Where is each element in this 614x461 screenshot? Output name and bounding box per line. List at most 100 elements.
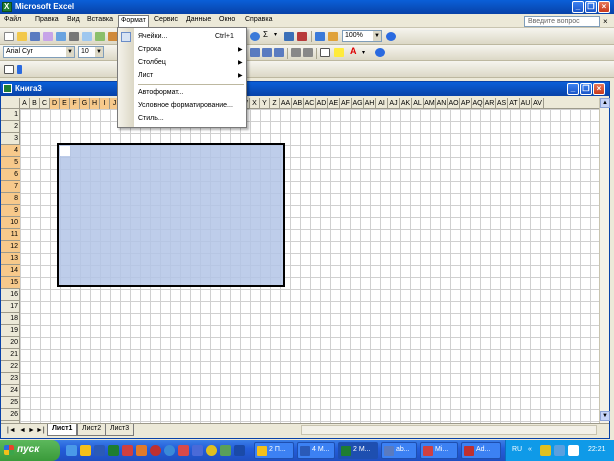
- vertical-scrollbar[interactable]: ▲ ▼: [599, 98, 610, 423]
- column-header[interactable]: AB: [292, 98, 304, 109]
- task-word[interactable]: 4 М...: [297, 442, 335, 459]
- spelling-icon[interactable]: [95, 32, 105, 41]
- column-header[interactable]: AC: [304, 98, 316, 109]
- row-header[interactable]: 13: [1, 253, 20, 265]
- column-header[interactable]: AT: [508, 98, 520, 109]
- row-header[interactable]: 3: [1, 133, 20, 145]
- column-header[interactable]: AI: [376, 98, 388, 109]
- borders-icon[interactable]: [320, 48, 330, 57]
- tray-volume-icon[interactable]: [568, 445, 579, 456]
- menu-edit[interactable]: Правка: [35, 16, 59, 23]
- quicklaunch-app-icon[interactable]: [234, 445, 245, 456]
- excel-app-icon[interactable]: [2, 2, 12, 12]
- select-all-corner[interactable]: [1, 98, 20, 109]
- new-icon[interactable]: [4, 32, 14, 41]
- row-header[interactable]: 4: [1, 145, 20, 157]
- autosum-icon[interactable]: Σ: [263, 30, 273, 39]
- toolbar-options-icon[interactable]: [375, 48, 385, 57]
- chevron-down-icon[interactable]: ▼: [373, 31, 381, 41]
- row-header[interactable]: 8: [1, 193, 20, 205]
- row-header[interactable]: 5: [1, 157, 20, 169]
- row-header[interactable]: 24: [1, 385, 20, 397]
- column-header[interactable]: AQ: [472, 98, 484, 109]
- scroll-up-icon[interactable]: ▲: [600, 98, 610, 108]
- quicklaunch-app-icon[interactable]: [136, 445, 147, 456]
- autosum-dropdown-icon[interactable]: ▾: [274, 31, 284, 40]
- quicklaunch-word-icon[interactable]: [94, 445, 105, 456]
- row-header[interactable]: 26: [1, 409, 20, 421]
- workbook-close-icon[interactable]: ×: [603, 17, 608, 26]
- row-header[interactable]: 18: [1, 313, 20, 325]
- drawing-icon[interactable]: [328, 32, 338, 41]
- row-header[interactable]: 14: [1, 265, 20, 277]
- fill-color-icon[interactable]: [334, 48, 344, 57]
- menu-item-row[interactable]: Строка ▶: [118, 44, 246, 56]
- cells[interactable]: [20, 109, 599, 423]
- quicklaunch-app-icon[interactable]: [122, 445, 133, 456]
- print-preview-icon[interactable]: [82, 32, 92, 41]
- minimize-button[interactable]: _: [572, 1, 584, 13]
- align-center-icon[interactable]: [262, 48, 272, 57]
- workbook-icon[interactable]: [3, 84, 12, 93]
- sheet-tab-1[interactable]: Лист1: [47, 424, 78, 436]
- row-header[interactable]: 20: [1, 337, 20, 349]
- column-header[interactable]: AM: [424, 98, 436, 109]
- sheet-tab-3[interactable]: Лист3: [105, 424, 135, 436]
- row-header[interactable]: 7: [1, 181, 20, 193]
- chevron-down-icon[interactable]: ▾: [362, 49, 372, 58]
- scroll-down-icon[interactable]: ▼: [600, 411, 610, 421]
- language-indicator[interactable]: RU: [512, 446, 522, 453]
- first-sheet-icon[interactable]: |◄: [7, 427, 16, 434]
- column-header[interactable]: AP: [460, 98, 472, 109]
- font-select[interactable]: Arial Cyr ▼: [3, 46, 75, 58]
- permission-icon[interactable]: [43, 32, 53, 41]
- row-header[interactable]: 19: [1, 325, 20, 337]
- menu-item-conditional-format[interactable]: Условное форматирование...: [118, 100, 246, 112]
- quicklaunch-app-icon[interactable]: [164, 445, 175, 456]
- row-header[interactable]: 23: [1, 373, 20, 385]
- sort-asc-icon[interactable]: [284, 32, 294, 41]
- column-header[interactable]: I: [100, 98, 110, 109]
- align-left-icon[interactable]: [250, 48, 260, 57]
- row-header[interactable]: 17: [1, 301, 20, 313]
- quicklaunch-app-icon[interactable]: [220, 445, 231, 456]
- column-header[interactable]: Z: [270, 98, 280, 109]
- decrease-indent-icon[interactable]: [291, 48, 301, 57]
- quicklaunch-app-icon[interactable]: [206, 445, 217, 456]
- column-header[interactable]: AA: [280, 98, 292, 109]
- column-header[interactable]: E: [60, 98, 70, 109]
- column-header[interactable]: AS: [496, 98, 508, 109]
- hyperlink-icon[interactable]: [250, 32, 260, 41]
- column-header[interactable]: AN: [436, 98, 448, 109]
- task-mi[interactable]: Mi...: [420, 442, 458, 459]
- menu-tools[interactable]: Сервис: [154, 16, 178, 23]
- task-ab[interactable]: ab...: [381, 442, 417, 459]
- email-icon[interactable]: [56, 32, 66, 41]
- increase-indent-icon[interactable]: [303, 48, 313, 57]
- workbook-minimize-button[interactable]: _: [567, 83, 579, 95]
- chevron-down-icon[interactable]: ▼: [95, 47, 103, 57]
- task-excel[interactable]: 2 М...: [338, 442, 378, 459]
- help-icon[interactable]: [386, 32, 396, 41]
- column-header[interactable]: AU: [520, 98, 532, 109]
- column-header[interactable]: AE: [328, 98, 340, 109]
- menu-item-cells[interactable]: Ячейки... Ctrl+1: [118, 31, 246, 43]
- start-button[interactable]: пуск: [0, 440, 60, 461]
- workbook-maximize-button[interactable]: ❐: [580, 83, 592, 95]
- prev-sheet-icon[interactable]: ◄: [19, 427, 26, 434]
- row-header[interactable]: 15: [1, 277, 20, 289]
- toolbar-button-icon[interactable]: [4, 65, 14, 74]
- print-icon[interactable]: [69, 32, 79, 41]
- quicklaunch-app-icon[interactable]: [178, 445, 189, 456]
- column-header[interactable]: AH: [364, 98, 376, 109]
- help-search-input[interactable]: Введите вопрос: [524, 16, 600, 27]
- column-header[interactable]: F: [70, 98, 80, 109]
- menu-data[interactable]: Данные: [186, 16, 211, 23]
- column-header[interactable]: B: [30, 98, 40, 109]
- column-header[interactable]: AK: [400, 98, 412, 109]
- row-header[interactable]: 22: [1, 361, 20, 373]
- quicklaunch-explorer-icon[interactable]: [80, 445, 91, 456]
- title-bar[interactable]: Microsoft Excel _ ❐ ×: [0, 0, 614, 14]
- quicklaunch-opera-icon[interactable]: [150, 445, 161, 456]
- task-folder[interactable]: 2 П...: [254, 442, 294, 459]
